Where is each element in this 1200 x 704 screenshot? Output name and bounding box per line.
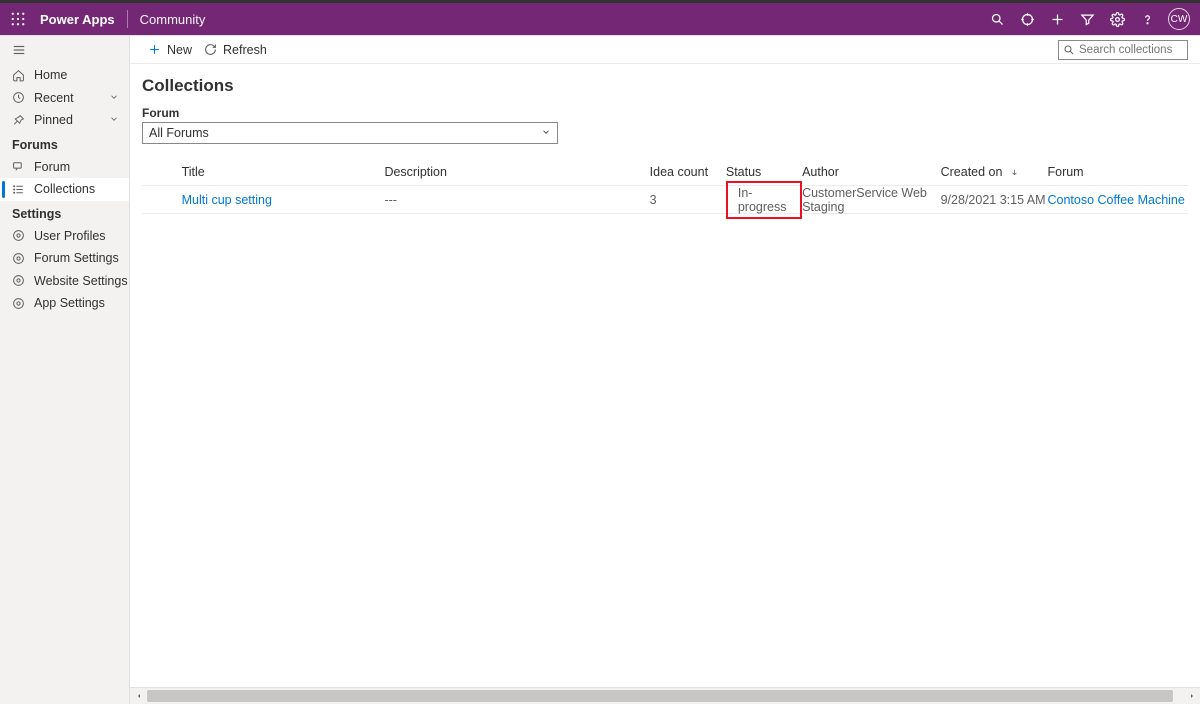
forum-filter-label: Forum — [142, 106, 1188, 120]
home-icon — [12, 69, 30, 82]
cmd-label: New — [167, 43, 192, 57]
app-name[interactable]: Power Apps — [32, 12, 123, 27]
user-avatar[interactable]: CW — [1168, 8, 1190, 30]
gear-icon — [12, 274, 30, 287]
sidebar-item-label: Collections — [34, 182, 95, 196]
col-idea-count[interactable]: Idea count — [650, 165, 726, 179]
sidebar-item-label: Forum Settings — [34, 251, 119, 265]
collections-table: Title Description Idea count Status Auth… — [142, 158, 1188, 214]
sidebar-heading-forums: Forums — [0, 132, 129, 156]
col-description[interactable]: Description — [384, 165, 649, 179]
app-header: Power Apps Community CW — [0, 3, 1200, 35]
command-bar: New Refresh — [130, 36, 1200, 64]
sidebar-item-collections[interactable]: Collections — [0, 178, 129, 201]
add-icon[interactable] — [1042, 3, 1072, 35]
sidebar-item-pinned[interactable]: Pinned — [0, 109, 129, 132]
horizontal-scrollbar[interactable] — [130, 687, 1200, 704]
sidebar-item-user-profiles[interactable]: User Profiles — [0, 225, 129, 248]
cmd-label: Refresh — [223, 43, 267, 57]
plus-icon — [148, 43, 161, 56]
sidebar-item-website-settings[interactable]: Website Settings — [0, 270, 129, 293]
filter-icon[interactable] — [1072, 3, 1102, 35]
clock-icon — [12, 91, 30, 104]
forum-select-value: All Forums — [149, 126, 209, 140]
waffle-icon[interactable] — [4, 12, 32, 26]
search-icon[interactable] — [982, 3, 1012, 35]
sort-desc-icon — [1006, 165, 1019, 179]
table-row[interactable]: Multi cup setting --- 3 In-progress Cust… — [142, 186, 1188, 214]
sidebar-item-home[interactable]: Home — [0, 64, 129, 87]
forum-select[interactable]: All Forums — [142, 122, 558, 144]
scroll-track[interactable] — [147, 688, 1183, 704]
main-panel: New Refresh Collections Forum All Forums — [130, 36, 1200, 704]
scroll-left-icon[interactable] — [130, 688, 147, 704]
list-icon — [12, 183, 30, 196]
col-author[interactable]: Author — [802, 165, 941, 179]
sidebar-collapse-button[interactable] — [0, 36, 129, 64]
refresh-icon — [204, 43, 217, 56]
col-title[interactable]: Title — [182, 165, 385, 179]
scroll-thumb[interactable] — [147, 690, 1173, 702]
search-input[interactable] — [1079, 44, 1183, 56]
chevron-down-icon — [109, 91, 119, 105]
sidebar-item-label: Home — [34, 68, 67, 82]
header-divider — [127, 10, 128, 28]
settings-gear-icon[interactable] — [1102, 3, 1132, 35]
search-icon — [1063, 44, 1075, 56]
row-idea-count: 3 — [650, 193, 726, 207]
target-icon[interactable] — [1012, 3, 1042, 35]
sidebar-item-label: User Profiles — [34, 229, 106, 243]
sidebar-item-label: Forum — [34, 160, 70, 174]
chevron-down-icon — [109, 113, 119, 127]
gear-icon — [12, 297, 30, 310]
page-title: Collections — [142, 76, 1188, 96]
col-forum[interactable]: Forum — [1047, 165, 1188, 179]
sidebar-item-label: Pinned — [34, 113, 73, 127]
scroll-right-icon[interactable] — [1183, 688, 1200, 704]
sidebar-item-label: Website Settings — [34, 274, 128, 288]
gear-icon — [12, 229, 30, 242]
sidebar-item-recent[interactable]: Recent — [0, 87, 129, 110]
sidebar-heading-settings: Settings — [0, 201, 129, 225]
row-status-badge: In-progress — [726, 181, 802, 219]
sidebar-item-forum-settings[interactable]: Forum Settings — [0, 247, 129, 270]
search-box[interactable] — [1058, 40, 1188, 60]
row-description: --- — [384, 193, 649, 207]
sidebar-item-forum[interactable]: Forum — [0, 156, 129, 179]
refresh-button[interactable]: Refresh — [198, 36, 273, 63]
new-button[interactable]: New — [142, 36, 198, 63]
pin-icon — [12, 114, 30, 127]
row-forum-link[interactable]: Contoso Coffee Machine — [1047, 193, 1184, 207]
sidebar: Home Recent Pinned Forums Forum Collecti… — [0, 36, 130, 704]
table-header-row: Title Description Idea count Status Auth… — [142, 158, 1188, 186]
gear-icon — [12, 252, 30, 265]
col-created-on[interactable]: Created on — [941, 165, 1048, 179]
row-author: CustomerService Web Staging — [802, 186, 941, 214]
row-created-on: 9/28/2021 3:15 AM — [941, 193, 1048, 207]
sidebar-item-label: App Settings — [34, 296, 105, 310]
help-icon[interactable] — [1132, 3, 1162, 35]
chevron-down-icon — [541, 126, 551, 140]
row-title-link[interactable]: Multi cup setting — [182, 193, 272, 207]
col-status[interactable]: Status — [726, 165, 802, 179]
forum-icon — [12, 160, 30, 173]
environment-name[interactable]: Community — [132, 12, 214, 27]
sidebar-item-app-settings[interactable]: App Settings — [0, 292, 129, 315]
sidebar-item-label: Recent — [34, 91, 74, 105]
